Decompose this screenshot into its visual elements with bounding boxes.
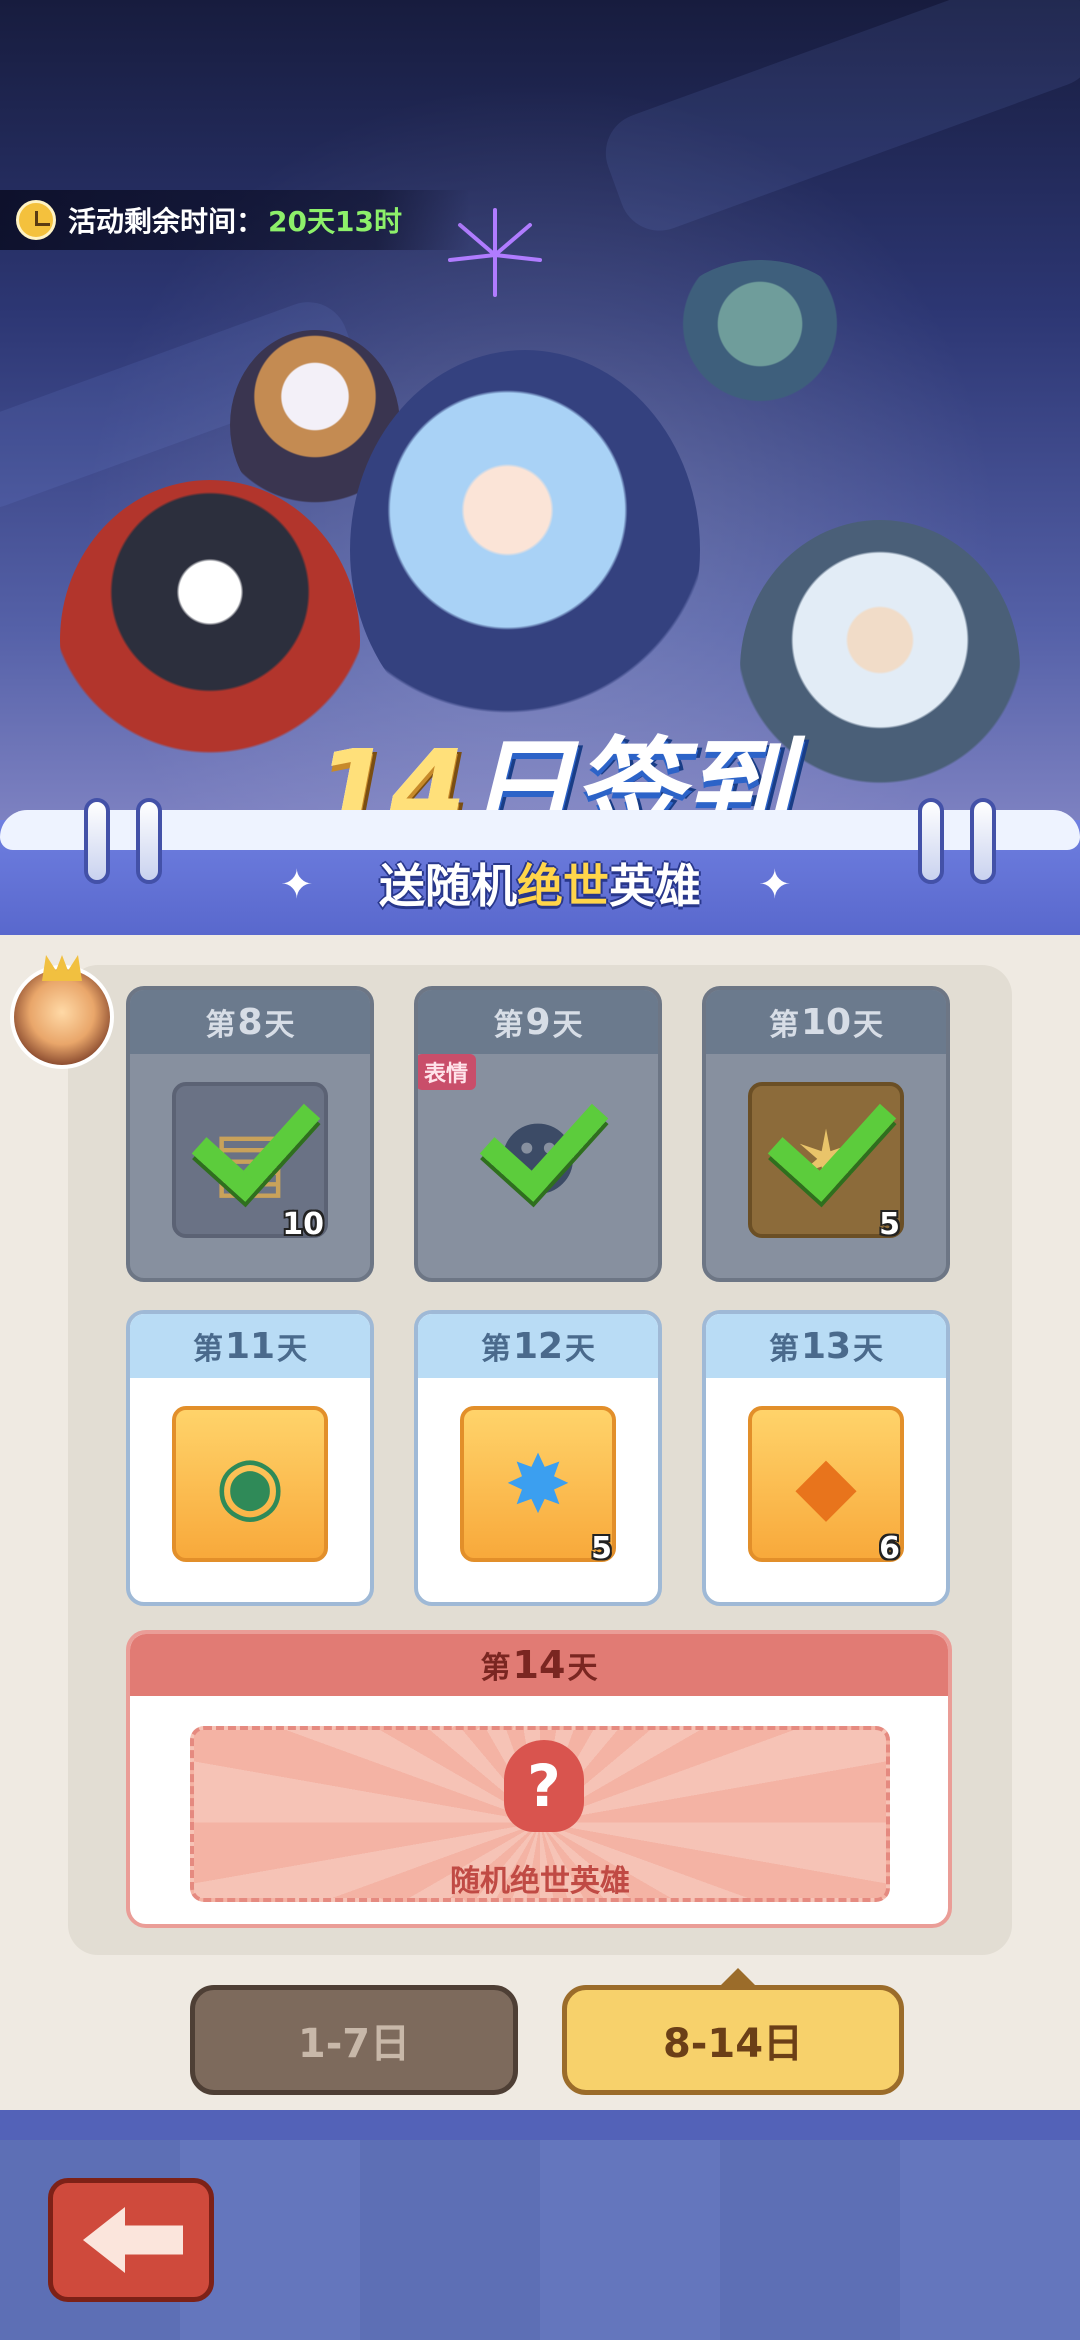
day-header: 第9天 <box>418 990 658 1054</box>
event-subtitle: 送随机绝世英雄 <box>379 859 701 913</box>
day-header: 第8天 <box>130 990 370 1054</box>
panel-bottom-edge <box>0 2110 1080 2140</box>
day-card-11[interactable]: 第 11 天 ◉ <box>126 1310 374 1606</box>
item-quantity: 10 <box>282 1207 324 1242</box>
day-card-8[interactable]: 第8天 ▤ 10 <box>126 986 374 1282</box>
crown-icon <box>42 955 82 981</box>
day-card-12[interactable]: 第 12 天 ✸ 5 <box>414 1310 662 1606</box>
item-quantity: 5 <box>879 1207 900 1242</box>
mystery-hero-label: 随机绝世英雄 <box>450 1864 630 1899</box>
day-header: 第 13 天 <box>706 1314 946 1378</box>
back-arrow-icon <box>83 2207 183 2273</box>
hero-banner: 14日签到 <box>0 0 1080 900</box>
day-header: 第 11 天 <box>130 1314 370 1378</box>
timer-label: 活动剩余时间： <box>68 205 265 238</box>
day-header: 第 12 天 <box>418 1314 658 1378</box>
day-card-13[interactable]: 第 13 天 ◆ 6 <box>702 1310 950 1606</box>
back-button[interactable] <box>48 2178 214 2302</box>
day-header: 第 10 天 <box>706 990 946 1054</box>
item-quantity: 5 <box>591 1531 612 1566</box>
event-timer: 活动剩余时间： 20天13时 <box>0 190 470 250</box>
tab-days-1-7[interactable]: 1-7日 <box>190 1985 518 2095</box>
item-quantity: 6 <box>879 1531 900 1566</box>
hero-trident-sage <box>660 260 860 420</box>
day-card-14[interactable]: 第 14 天 ? 随机绝世英雄 <box>126 1630 952 1928</box>
mystery-hero-slot: ? 随机绝世英雄 <box>190 1726 890 1902</box>
day-header: 第 14 天 <box>130 1634 948 1696</box>
timer-value: 20天13时 <box>268 205 402 238</box>
day-card-10[interactable]: 第 10 天 ✶ 5 <box>702 986 950 1282</box>
clock-icon <box>16 200 56 240</box>
compass-icon: ◉ <box>172 1406 328 1562</box>
hero-witch <box>350 350 700 750</box>
day-card-9[interactable]: 第9天 表情 ☻ <box>414 986 662 1282</box>
mystery-hero-icon: ? <box>504 1740 584 1832</box>
tab-days-8-14[interactable]: 8-14日 <box>562 1985 904 2095</box>
